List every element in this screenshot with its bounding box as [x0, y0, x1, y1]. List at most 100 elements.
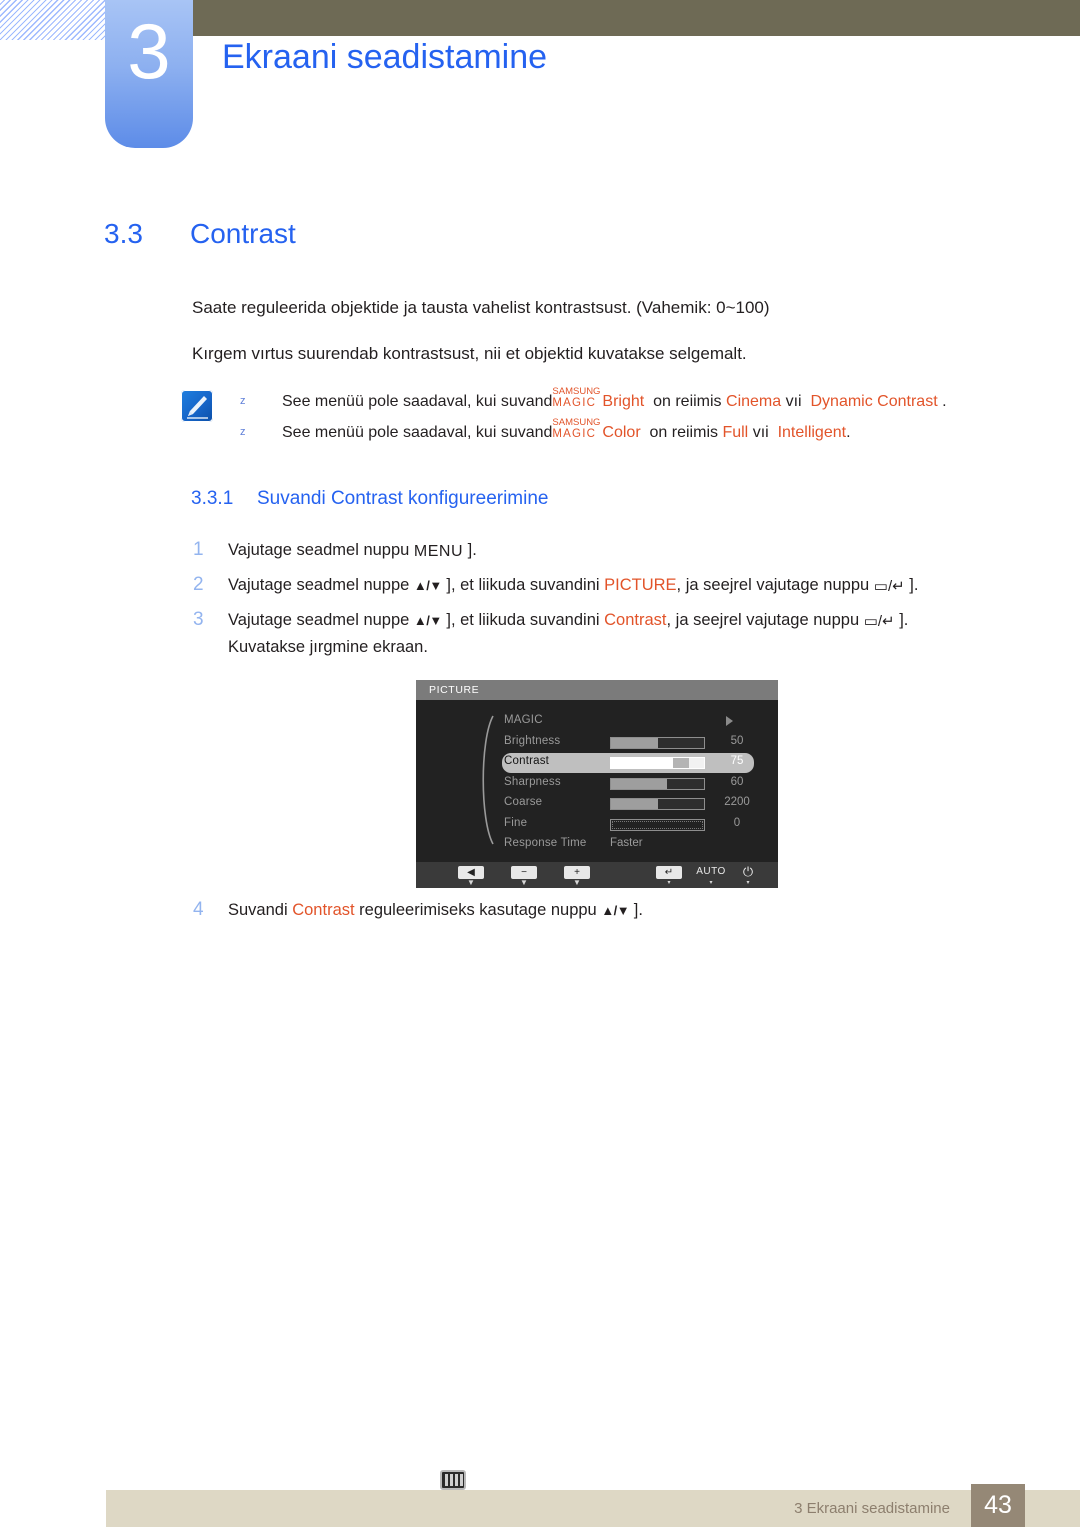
osd-enter-caret: ▾ [667, 880, 671, 886]
osd-row-label: Brightness [504, 734, 561, 747]
note-value-2: Intelligent [777, 424, 847, 441]
samsung-magic-logo: SAMSUNG MAGIC [552, 387, 602, 410]
step-fragment: ], et liikuda suvandini [441, 611, 605, 629]
step-fragment: , ja seejrel vajutage nuppu [666, 611, 864, 629]
step-fragment: Vajutage seadmel nuppu [228, 541, 414, 559]
step-fragment: Suvandi [228, 901, 293, 919]
step-fragment: ], et liikuda suvandini [441, 576, 605, 594]
osd-slider-fill [611, 737, 658, 748]
chapter-title: Ekraani seadistamine [222, 38, 548, 76]
note-mode-label: Color [602, 424, 641, 441]
osd-slider-knob[interactable] [672, 758, 689, 768]
osd-row-label: Contrast [504, 755, 550, 767]
osd-slider-fill [611, 799, 658, 809]
osd-power-button[interactable]: ⏻ [738, 865, 758, 879]
osd-slider[interactable] [610, 757, 705, 769]
osd-enter-button[interactable]: ↵ [656, 866, 682, 879]
osd-row-value: 2200 [724, 796, 750, 808]
note-item-2: z See menüü pole saadaval, kui suvand SAMS… [240, 418, 851, 442]
samsung-magic-top: SAMSUNG [552, 417, 601, 428]
step-fragment: Vajutage seadmel nuppe [228, 611, 414, 629]
note-conjunction: vıi [752, 424, 769, 441]
osd-row-value: 0 [733, 816, 741, 829]
note-text-end: . [942, 393, 947, 410]
note-mode-label: Bright [602, 393, 645, 410]
osd-row[interactable]: Fine 0 [416, 815, 778, 835]
note-text-end: . [846, 424, 851, 441]
osd-back-caret: ▼ [467, 878, 475, 887]
note-text-mid: on reiimis [653, 393, 722, 410]
subsection-title: Suvandi Contrast konfigureerimine [257, 488, 549, 509]
highlighted-term: Contrast [604, 611, 667, 629]
subsection-number: 3.3.1 [191, 488, 234, 509]
step-text-4: Suvandi Contrast reguleerimiseks kasutag… [228, 901, 643, 920]
samsung-magic-bottom: MAGIC [552, 397, 597, 409]
osd-minus-caret: ▼ [520, 878, 528, 887]
body-paragraph-2: Kırgem vırtus suurendab kontrastsust, ni… [192, 344, 747, 363]
osd-auto-caret: ▾ [709, 880, 713, 886]
step-text-3: Vajutage seadmel nuppe ▲/▼ ], et liikuda… [228, 611, 908, 630]
highlighted-term: Contrast [292, 901, 355, 919]
osd-row-value: 50 [730, 734, 744, 747]
step-fragment: ]. [463, 541, 477, 559]
osd-row[interactable]: Brightness 50 [416, 733, 778, 753]
samsung-magic-top: SAMSUNG [552, 386, 601, 397]
step-number-4: 4 [193, 899, 204, 920]
up-down-key-glyph: ▲/▼ [601, 903, 630, 918]
osd-row-label: MAGIC [504, 714, 543, 726]
osd-plus-caret: ▼ [573, 878, 581, 887]
note-item-1: z See menüü pole saadaval, kui suvand SAMS… [240, 387, 947, 411]
osd-title: PICTURE [416, 680, 778, 700]
step-text-2: Vajutage seadmel nuppe ▲/▼ ], et liikuda… [228, 576, 918, 595]
chapter-tab: 3 [105, 0, 193, 148]
samsung-magic-logo: SAMSUNG MAGIC [552, 418, 602, 441]
osd-row-label: Sharpness [504, 775, 561, 788]
osd-slider[interactable] [610, 818, 705, 831]
osd-row-value: 60 [730, 775, 744, 788]
note-value-1: Cinema [726, 393, 782, 410]
osd-row[interactable]: Contrast 75 [416, 753, 778, 773]
step-fragment: Vajutage seadmel nuppe [228, 576, 414, 594]
up-down-key-glyph: ▲/▼ [413, 613, 442, 628]
samsung-magic-bottom: MAGIC [552, 428, 597, 440]
osd-row[interactable]: Response Time Faster [416, 835, 778, 855]
page-title: Contrast [190, 218, 296, 249]
note-text-before: See menüü pole saadaval, kui suvand [282, 424, 553, 441]
body-paragraph-1: Saate reguleerida objektide ja tausta va… [192, 298, 770, 317]
osd-slider-fill [611, 778, 667, 789]
note-conjunction: vıi [785, 393, 802, 410]
osd-slider-fill [611, 758, 681, 768]
note-pencil-icon [181, 390, 213, 422]
note-text-before: See menüü pole saadaval, kui suvand [282, 393, 553, 410]
step-number-2: 2 [193, 574, 204, 595]
decorative-hatch-pattern [0, 0, 112, 40]
osd-row-value: 75 [730, 755, 744, 767]
note-value-2: Dynamic Contrast [810, 393, 938, 410]
osd-power-caret: ▾ [746, 880, 750, 886]
osd-slider[interactable] [610, 777, 705, 790]
step-number-1: 1 [193, 539, 204, 560]
enter-key-glyph: ▭/↵ [863, 613, 895, 630]
osd-row[interactable]: MAGIC [416, 712, 778, 732]
step-fragment: ]. [894, 611, 909, 629]
note-value-1: Full [722, 424, 749, 441]
osd-row-value: Faster [610, 837, 643, 849]
osd-body: MAGIC Brightness 50 Contrast 75 Sharpness 60 Co… [416, 700, 778, 862]
note-text-mid: on reiimis [649, 424, 718, 441]
step-fragment: ]. [629, 901, 643, 919]
osd-row[interactable]: Sharpness 60 [416, 774, 778, 794]
step-fragment: ]. [904, 576, 919, 594]
header-band [190, 0, 1080, 36]
enter-key-glyph: ▭/↵ [873, 578, 905, 595]
osd-slider[interactable] [610, 736, 705, 749]
step-fragment: reguleerimiseks kasutage nuppu [354, 901, 602, 919]
picture-bars-icon [440, 1470, 466, 1490]
up-down-key-glyph: ▲/▼ [413, 578, 442, 593]
step-number-3: 3 [193, 609, 204, 630]
osd-slider[interactable] [610, 798, 705, 810]
note-bullet: z [240, 395, 246, 407]
chevron-right-icon[interactable] [726, 716, 733, 726]
osd-row[interactable]: Coarse 2200 [416, 794, 778, 814]
step-fragment: , ja seejrel vajutage nuppu [676, 576, 874, 594]
osd-auto-button[interactable]: AUTO [694, 866, 728, 877]
